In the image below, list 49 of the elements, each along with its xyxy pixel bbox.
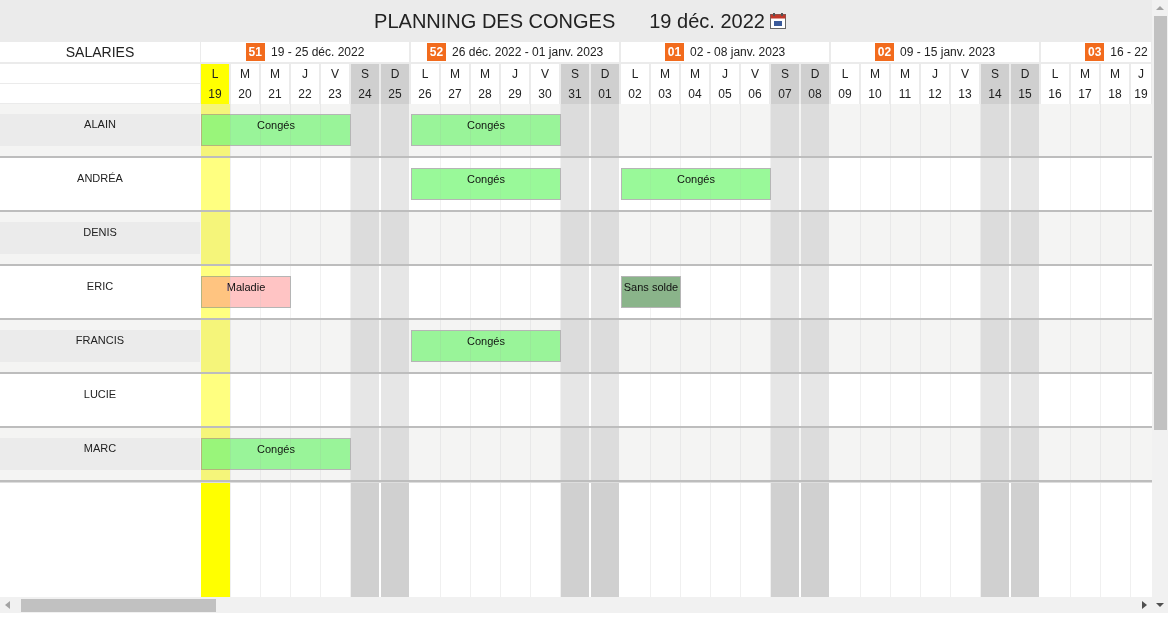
date-header: 31: [561, 84, 591, 104]
vertical-scrollbar-thumb[interactable]: [1153, 16, 1167, 430]
date-header: 07: [771, 84, 801, 104]
calendar-icon[interactable]: [769, 13, 786, 29]
absence-bar[interactable]: Congés: [201, 114, 351, 146]
week-number-badge: 03: [1085, 43, 1105, 61]
absence-bar[interactable]: Congés: [411, 114, 561, 146]
week-number-badge: 52: [426, 43, 447, 61]
weekday-header: S: [561, 64, 591, 84]
weekday-header: L: [201, 64, 231, 84]
week-number-badge: 02: [874, 43, 895, 61]
week-range: 16 - 22: [1110, 45, 1148, 59]
horizontal-scrollbar-thumb[interactable]: [21, 598, 216, 612]
weekday-header: D: [381, 64, 411, 84]
employee-name[interactable]: ANDRÉA: [0, 168, 200, 200]
employee-name[interactable]: MARC: [0, 438, 200, 470]
absence-bar[interactable]: Congés: [621, 168, 771, 200]
absence-bar[interactable]: Congés: [201, 438, 351, 470]
employee-name[interactable]: DENIS: [0, 222, 200, 254]
week-number-badge: 51: [245, 43, 265, 61]
absence-bar[interactable]: Sans solde: [621, 276, 681, 308]
date-header: 25: [381, 84, 411, 104]
date-header: 15: [1011, 84, 1041, 104]
date-header: 08: [801, 84, 831, 104]
week-range: 09 - 15 janv. 2023: [900, 45, 996, 59]
weekday-header: S: [981, 64, 1011, 84]
employee-name[interactable]: ERIC: [0, 276, 200, 308]
employee-name[interactable]: FRANCIS: [0, 330, 200, 362]
week-range: 02 - 08 janv. 2023: [690, 45, 786, 59]
week-number-badge: 01: [664, 43, 685, 61]
absence-bar[interactable]: Congés: [411, 330, 561, 362]
date-header: 19: [201, 84, 231, 104]
date-header: 24: [351, 84, 381, 104]
weekday-header: S: [351, 64, 381, 84]
week-range: 19 - 25 déc. 2022: [270, 45, 365, 59]
weekday-header: D: [591, 64, 621, 84]
absence-bar[interactable]: Congés: [411, 168, 561, 200]
weekday-header: D: [801, 64, 831, 84]
weekday-header: S: [771, 64, 801, 84]
date-header: 01: [591, 84, 621, 104]
current-date: 19 déc. 2022: [649, 9, 765, 33]
absence-bar[interactable]: Maladie: [201, 276, 291, 308]
date-header: 14: [981, 84, 1011, 104]
page-title: PLANNING DES CONGES: [374, 9, 616, 33]
employee-name[interactable]: ALAIN: [0, 114, 200, 146]
employee-name[interactable]: LUCIE: [0, 384, 200, 416]
weekday-header: D: [1011, 64, 1041, 84]
week-range: 26 déc. 2022 - 01 janv. 2023: [452, 45, 604, 59]
column-header: SALARIES: [0, 42, 201, 64]
